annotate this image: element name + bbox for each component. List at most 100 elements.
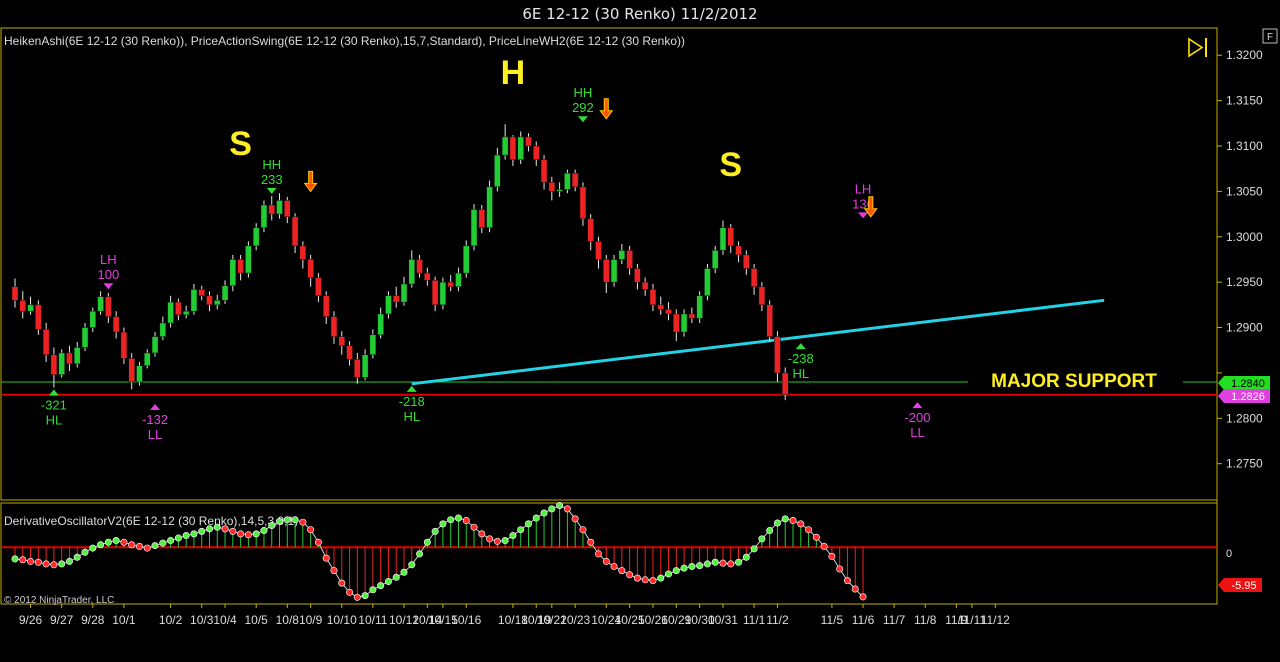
chart-canvas[interactable]: HeikenAshi(6E 12-12 (30 Renko)), PriceAc… [0,0,1280,662]
f-button[interactable]: F [1262,28,1278,44]
osc-dot-104 [820,542,828,550]
candle-body [97,296,104,312]
candle-body [81,327,89,348]
osc-dot-66 [524,520,532,528]
candle-body [758,286,766,306]
candle-body [105,296,112,317]
swing-value: 233 [261,172,283,187]
osc-dot-59 [470,523,478,531]
swing-value: -218 [399,394,425,409]
osc-dot-63 [501,537,509,545]
osc-dot-106 [836,565,844,573]
osc-dot-11 [97,541,105,549]
osc-dot-69 [548,505,556,513]
osc-dot-109 [859,593,867,601]
x-tick-label: 10/5 [245,613,269,627]
candle-body [462,245,470,274]
candle-body [774,336,781,374]
x-tick-label: 11/1 [743,613,766,627]
candle-body [159,322,167,337]
candle-body [781,372,789,395]
candle-body [112,316,120,333]
x-tick-label: 10/3 [190,613,214,627]
x-tick-label: 10/31 [708,613,738,627]
osc-dot-100 [789,517,797,525]
osc-dot-53 [423,538,431,546]
candle-body [766,304,773,337]
osc-dot-79 [626,571,634,579]
candle-body [478,209,486,228]
candle-body [470,209,478,247]
osc-dot-93 [735,558,743,566]
osc-dot-86 [680,564,688,572]
oscillator-value-tag: -5.95 [1218,578,1262,592]
osc-dot-1 [19,556,27,564]
osc-dot-46 [369,586,377,594]
osc-dot-87 [688,562,696,570]
candle-body [665,309,672,315]
candle-body [322,295,330,317]
osc-dot-29 [237,530,245,538]
price-indicator-label: HeikenAshi(6E 12-12 (30 Renko)), PriceAc… [4,34,685,48]
candle-body [175,301,182,316]
osc-dot-84 [665,570,673,578]
candle-body [66,352,73,365]
candle-body [408,259,416,285]
osc-dot-64 [509,532,517,540]
osc-dot-30 [244,531,252,539]
candle-body [525,136,532,147]
osc-dot-37 [299,518,307,526]
osc-dot-56 [447,516,455,524]
osc-dot-17 [143,544,151,552]
candle-body [346,345,353,360]
osc-dot-24 [198,527,206,535]
candle-body [27,304,34,312]
candle-body [330,316,338,337]
candle-body [276,200,283,215]
osc-dot-32 [260,527,268,535]
y-tick-label: 1.3150 [1226,94,1263,108]
osc-dot-26 [213,523,221,531]
candle-body [11,286,19,301]
osc-dot-36 [291,516,299,524]
candle-body [540,159,548,183]
x-tick-label: 10/10 [327,613,357,627]
osc-dot-7 [65,557,73,565]
candle-body [354,359,361,378]
swing-value: -200 [904,410,930,425]
x-tick-label: 11/7 [883,613,906,627]
candle-body [369,334,377,356]
x-tick-label: 11/6 [852,613,875,627]
candle-body [221,285,229,301]
candle-97 [766,300,773,343]
price-tag-magenta: 1.2826 [1218,389,1270,403]
candle-body [182,310,190,316]
candle-body [42,329,50,356]
candle-body [447,281,454,287]
osc-dot-73 [579,526,587,534]
osc-dot-55 [439,520,447,528]
price-tag-magenta-text: 1.2826 [1231,391,1265,403]
candle-body [696,295,703,319]
osc-dot-40 [322,554,330,562]
osc-dot-2 [27,557,35,565]
osc-dot-105 [828,552,836,560]
candle-body [151,336,159,354]
candle-body [680,313,688,333]
candle-body [315,277,322,297]
osc-dot-13 [112,537,120,545]
osc-dot-62 [493,537,501,545]
price-tag-green-text: 1.2840 [1231,378,1265,390]
osc-dot-92 [727,560,735,568]
osc-dot-18 [151,542,159,550]
time-axis: 9/26 9/27 9/28 10/1 10/2 10/3 10/4 10/5 10/8 10/9… [19,604,1010,627]
candle-body [89,310,97,328]
swing-type: HH [262,157,281,172]
y-tick-label: 1.3200 [1226,48,1263,62]
swing-type: HL [403,409,420,424]
osc-dot-9 [81,548,89,556]
candle-58 [462,240,470,278]
osc-dot-71 [563,505,571,513]
osc-dot-31 [252,530,260,538]
candle-body [252,227,260,247]
